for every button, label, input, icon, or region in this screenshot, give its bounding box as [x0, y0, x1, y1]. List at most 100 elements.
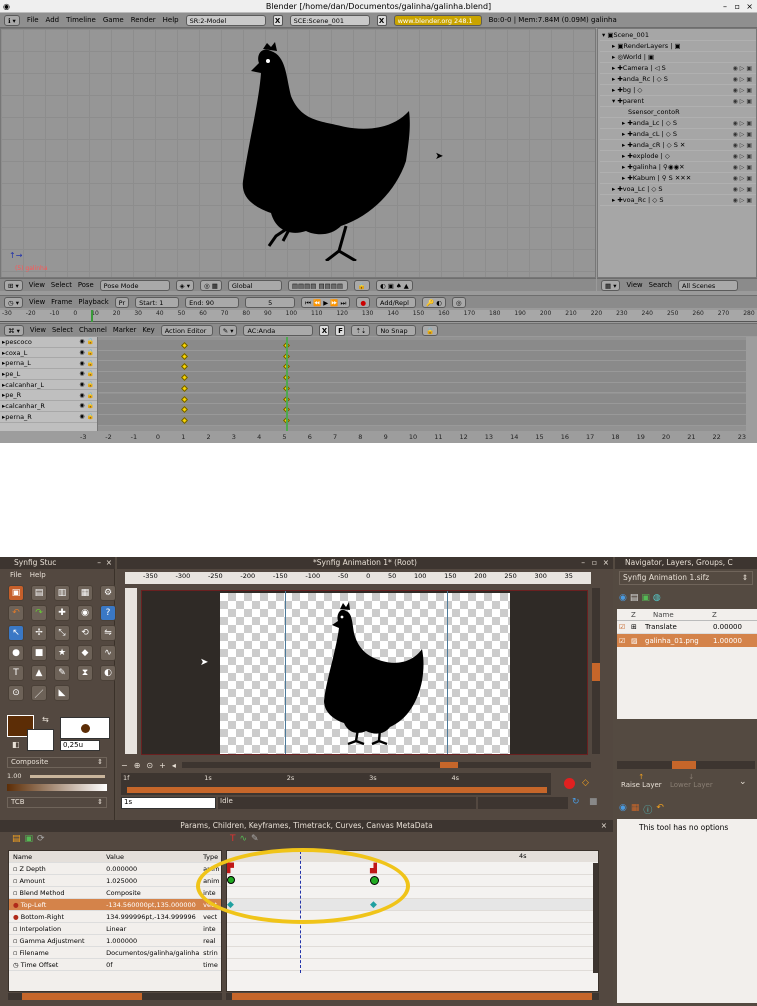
keyframe-strip[interactable] [98, 350, 746, 362]
channel-row[interactable]: ▸ calcanhar_L ◉ 🔒 [0, 380, 97, 391]
snap-dropdown[interactable]: No Snap [376, 324, 417, 336]
preview-range-button[interactable]: Pr [114, 296, 130, 308]
navigator-tab-icon[interactable]: ◉ [619, 593, 627, 603]
params-close-icon[interactable]: × [601, 820, 607, 832]
star-tool-icon[interactable]: ★ [54, 645, 70, 661]
scene-selector[interactable]: SCE:Scene_001 [289, 14, 370, 26]
pin-icon[interactable]: ✎ ▾ [218, 324, 238, 336]
channel-row[interactable]: ▸ coxa_L ◉ 🔒 [0, 348, 97, 359]
keyframes-tab-icon[interactable]: ⟳ [37, 834, 45, 844]
timetrack-hscrollbar[interactable] [226, 993, 599, 1000]
menu-file[interactable]: File [27, 16, 39, 24]
tool-options-tab-icon[interactable]: ◉ [619, 803, 627, 816]
params-scrollbar[interactable] [8, 993, 222, 1000]
outliner-menu-view[interactable]: View [626, 281, 642, 289]
outliner-row[interactable]: ▸ ✚ anda_Lc | ◇ S ◉ ▷ ▣ [600, 118, 756, 129]
default-gradient-swatch[interactable] [60, 717, 110, 739]
stop-icon[interactable]: ■ [589, 797, 598, 807]
timeline-menu-frame[interactable]: Frame [51, 298, 72, 306]
param-row[interactable]: ▫ Blend Method Composite inte [9, 887, 221, 899]
library-tab-icon[interactable]: ◍ [653, 593, 661, 603]
canvas-close-icon[interactable]: × [603, 557, 609, 569]
menu-select[interactable]: Select [51, 281, 72, 289]
metadata-tab-icon[interactable]: ✎ [251, 834, 259, 844]
help-icon[interactable]: ? [100, 605, 116, 621]
animation-mode-button[interactable] [564, 778, 575, 789]
3d-viewport[interactable]: ➤ ↑→ (5) galinha [0, 28, 596, 278]
setup-icon[interactable]: ✚ [54, 605, 70, 621]
outliner-row[interactable]: ▸ ✚ anda_cL | ◇ S ◉ ▷ ▣ [600, 129, 756, 140]
save-icon[interactable]: ▥ [54, 585, 70, 601]
outliner-row[interactable]: ▸ ▣ RenderLayers | ▣ [600, 41, 756, 52]
layer-checkbox[interactable]: ☑ [617, 637, 631, 645]
layer-row[interactable]: ☑ ⊞ Translate 0.00000 [617, 621, 757, 634]
website-link[interactable]: www.blender.org 248.1 [393, 14, 482, 26]
channel-row[interactable]: ▸ pescoco ◉ 🔒 [0, 337, 97, 348]
layer-row-selected[interactable]: ☑ ▨ galinha_01.png 1.00000 [617, 634, 757, 647]
action-keyframes-area[interactable] [98, 337, 746, 431]
zoom-in-icon[interactable]: + [159, 761, 166, 770]
info-tab-icon[interactable]: ⓘ [643, 803, 652, 816]
action-menu-marker[interactable]: Marker [113, 326, 137, 334]
bline-type-dropdown[interactable]: TCB ⇕ [7, 797, 107, 808]
record-button[interactable]: ● [356, 296, 370, 308]
outliner-menu-search[interactable]: Search [649, 281, 672, 289]
layer-buttons[interactable]: ▤▤▤▤ ▤▤▤▤ [287, 279, 348, 291]
outliner-row[interactable]: ▸ ✚ Kabum | ⚲ S ✕✕✕ ◉ ▷ ▣ [600, 173, 756, 184]
eyedrop-tool-icon[interactable]: ✎ [54, 665, 70, 681]
zoom-tool-icon[interactable]: ⊙ [8, 685, 24, 701]
save-as-icon[interactable]: ▦ [77, 585, 93, 601]
param-row[interactable]: ▫ Amount 1.025000 anim [9, 875, 221, 887]
toolbox-close-icon[interactable]: × [106, 557, 112, 569]
open-file-icon[interactable]: ▤ [31, 585, 47, 601]
action-name-field[interactable]: AC:Anda [243, 324, 314, 336]
time-slider-track[interactable] [127, 787, 547, 793]
layer-checkbox[interactable]: ☑ [617, 623, 631, 631]
smooth-move-tool-icon[interactable]: ✢ [31, 625, 47, 641]
keyframe-strip[interactable] [98, 393, 746, 405]
zoom-100-icon[interactable]: ⊙ [146, 761, 153, 770]
timetrack-scrollbar[interactable] [593, 863, 598, 973]
canvas-vertical-scrollbar[interactable] [592, 588, 600, 754]
transform-tool-icon[interactable]: ↖ [8, 625, 24, 641]
new-file-icon[interactable]: ▣ [8, 585, 24, 601]
action-type-button[interactable]: ⌘ ▾ [4, 324, 24, 336]
timeline-menu-playback[interactable]: Playback [78, 298, 108, 306]
keyframe-strip[interactable] [98, 414, 746, 426]
guide-line[interactable] [285, 591, 286, 754]
keying-set-icons[interactable]: 🔑 ◐ [421, 296, 446, 308]
current-frame-field[interactable]: 5 [245, 296, 296, 308]
reset-colors-icon[interactable]: ◧ [12, 740, 20, 749]
param-row[interactable]: ▫ Z Depth 0.000000 anim [9, 863, 221, 875]
param-row[interactable]: ▫ Gamma Adjustment 1.000000 real [9, 935, 221, 947]
outliner-row[interactable]: ▸ ✚ explode | ◇ ◉ ▷ ▣ [600, 151, 756, 162]
channel-row[interactable]: ▸ pe_L ◉ 🔒 [0, 369, 97, 380]
lock-icon[interactable]: 🔒 [353, 279, 370, 291]
action-lock-icon[interactable]: 🔒 [422, 324, 439, 336]
width-tool-icon[interactable]: ／ [31, 685, 47, 701]
zoom-out-icon[interactable]: − [121, 761, 128, 770]
children-tab-icon[interactable]: ▣ [25, 834, 34, 844]
raise-layer-button[interactable]: ↑ Raise Layer [621, 773, 662, 789]
outliner-type-button[interactable]: ▦ ▾ [601, 279, 621, 291]
screen-selector[interactable]: SR:2-Model [185, 14, 266, 26]
keyframe-strip[interactable] [98, 404, 746, 415]
keyframe-strip[interactable] [98, 340, 746, 351]
timetrack-row[interactable] [227, 923, 598, 935]
guide-line[interactable] [447, 591, 448, 754]
action-menu-view[interactable]: View [30, 326, 46, 334]
rectangle-tool-icon[interactable]: ■ [31, 645, 47, 661]
gradient-preview[interactable] [7, 784, 107, 791]
current-time-field[interactable]: 1s [121, 797, 216, 809]
outliner-row[interactable]: S sensor_contoR [600, 107, 756, 118]
zoom-fit-icon[interactable]: ⊕ [134, 761, 141, 770]
screen-delete-button[interactable]: X [272, 14, 283, 26]
minimize-icon[interactable]: – [723, 0, 727, 13]
window-type-icon[interactable]: ℹ ▾ [4, 14, 20, 26]
more-options-icon[interactable]: ⌄ [739, 777, 747, 787]
canvas-minimize-icon[interactable]: – [581, 557, 585, 569]
channel-row[interactable]: ▸ perna_L ◉ 🔒 [0, 358, 97, 370]
outliner-row[interactable]: ▾ ✚ parent ◉ ▷ ▣ [600, 96, 756, 107]
timeline-current-frame-marker[interactable] [91, 310, 93, 322]
outliner-row[interactable]: ▸ ◎ World | ▣ [600, 52, 756, 63]
